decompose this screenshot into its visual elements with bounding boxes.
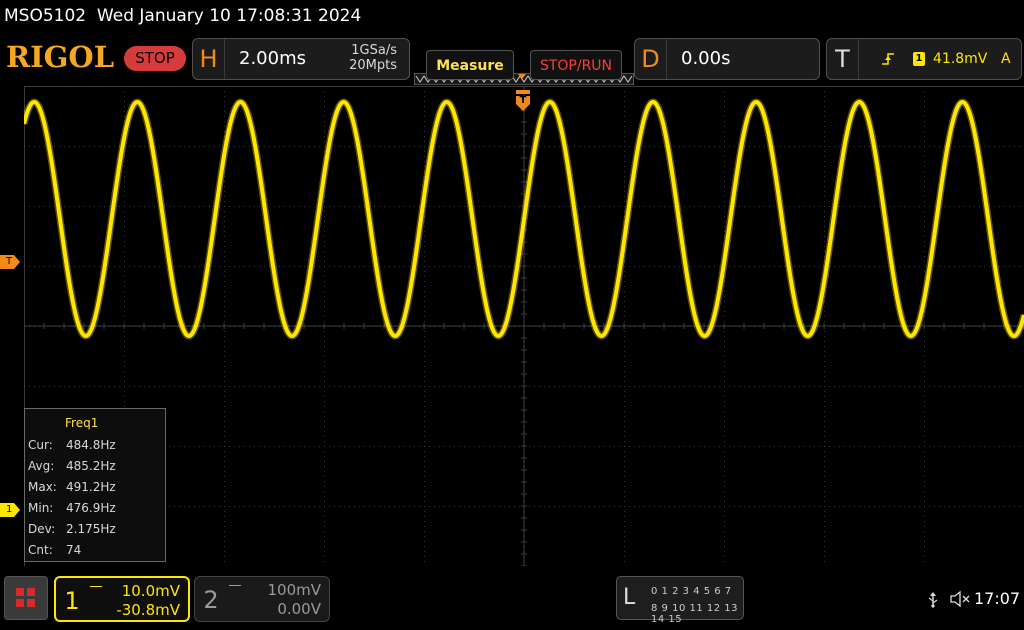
datetime: Wed January 10 17:08:31 2024 <box>96 6 362 26</box>
logic-channels-high: 8 9 10 11 12 13 14 15 <box>651 603 739 625</box>
measure-row-avg: Avg: 485.2Hz <box>28 459 116 473</box>
delay-panel[interactable]: D 0.00s <box>634 38 820 80</box>
ch2-scale: 100mV <box>267 581 321 599</box>
measure-row-dev: Dev: 2.175Hz <box>28 522 116 536</box>
trigger-position-label: T <box>519 95 527 106</box>
logic-analyzer-panel[interactable]: L 0 1 2 3 4 5 6 7 8 9 10 11 12 13 14 15 <box>616 576 744 625</box>
logic-channels-low: 0 1 2 3 4 5 6 7 <box>651 586 732 597</box>
measure-row-max: Max: 491.2Hz <box>28 480 116 494</box>
horizontal-letter: H <box>193 39 225 79</box>
trigger-rising-edge-icon <box>882 53 894 65</box>
measure-row-cur: Cur: 484.8Hz <box>28 438 116 452</box>
ch1-scale: 10.0mV <box>121 582 180 600</box>
ch1-settings[interactable]: 1 10.0mV -30.8mV <box>54 576 190 622</box>
dc-coupling-icon <box>90 586 102 592</box>
home-menu-icon[interactable] <box>4 576 48 620</box>
logic-letter: L <box>623 585 636 610</box>
ch1-waveform <box>24 98 1024 340</box>
speaker-muted-icon[interactable] <box>950 590 970 612</box>
bottom-bar: 1 10.0mV -30.8mV 2 100mV 0.00V L 0 1 2 3… <box>0 570 1024 630</box>
ch1-trace <box>24 100 1024 338</box>
measure-row-min: Min: 476.9Hz <box>28 501 116 515</box>
ch1-offset-marker[interactable]: 1 <box>0 503 20 517</box>
ch2-settings[interactable]: 2 100mV 0.00V <box>194 576 330 622</box>
rigol-logo: RIGOL <box>6 40 115 74</box>
trigger-level-marker[interactable]: T <box>0 255 20 269</box>
system-clock: 17:07 <box>974 589 1021 608</box>
delay-value: 0.00s <box>681 48 731 69</box>
trigger-source-badge: 1 <box>913 52 925 66</box>
measurement-title: Freq1 <box>65 416 99 430</box>
measure-button[interactable]: Measure <box>426 50 514 80</box>
waveform-display[interactable]: T <box>24 86 1024 566</box>
sample-rate: 1GSa/s <box>351 43 397 58</box>
trigger-level: 41.8mV <box>933 51 988 67</box>
memory-depth: 20Mpts <box>349 58 397 73</box>
top-toolbar: RIGOL STOP H 2.00ms 1GSa/s 20Mpts Measur… <box>0 36 1024 85</box>
measurement-panel[interactable]: Freq1 Cur: 484.8Hz Avg: 485.2Hz Max: 491.2H… <box>24 408 166 562</box>
run-state-badge[interactable]: STOP <box>124 46 186 71</box>
ch2-number: 2 <box>203 586 219 614</box>
model-name: MSO5102 <box>4 6 87 26</box>
ch1-number: 1 <box>64 587 80 615</box>
measure-row-cnt: Cnt: 74 <box>28 543 82 557</box>
ch2-offset: 0.00V <box>277 600 321 618</box>
trigger-mode: A <box>1001 51 1011 67</box>
ch1-offset: -30.8mV <box>116 601 180 619</box>
delay-letter: D <box>635 39 667 79</box>
trigger-panel[interactable]: T 1 41.8mV A <box>826 38 1022 80</box>
stop-run-button[interactable]: STOP/RUN <box>530 50 622 80</box>
trigger-position-marker[interactable]: T <box>516 90 530 112</box>
horizontal-panel[interactable]: H 2.00ms 1GSa/s 20Mpts <box>192 38 410 80</box>
timebase-value: 2.00ms <box>239 48 306 69</box>
dc-coupling-icon <box>229 585 241 591</box>
trigger-letter: T <box>827 39 859 79</box>
usb-icon <box>928 592 938 612</box>
status-line: MSO5102 Wed January 10 17:08:31 2024 <box>0 0 1024 32</box>
